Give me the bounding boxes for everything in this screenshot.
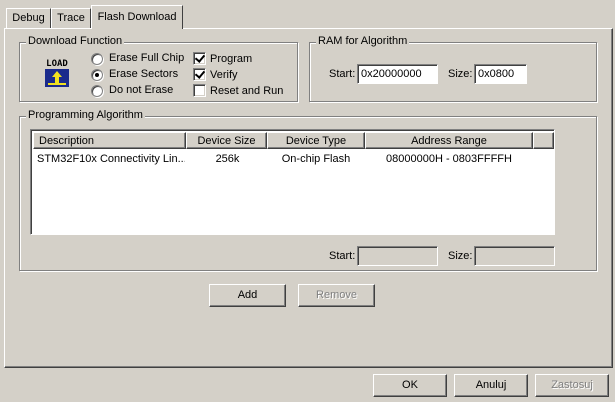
algorithm-start-input[interactable] (357, 246, 438, 266)
list-header: Description Device Size Device Type Addr… (33, 132, 554, 149)
cell-device-size: 256k (215, 153, 240, 165)
tab-trace[interactable]: Trace (51, 8, 91, 28)
group-title: Programming Algorithm (26, 109, 145, 121)
ok-button[interactable]: OK (373, 374, 447, 397)
radio-label: Do not Erase (109, 84, 174, 96)
load-icon: LOAD (40, 56, 74, 88)
remove-button[interactable]: Remove (298, 284, 375, 307)
tab-label: Debug (12, 12, 45, 24)
checkbox-label: Program (210, 53, 253, 65)
checkbox-verify[interactable] (193, 68, 206, 81)
checkbox-label: Verify (210, 69, 238, 81)
tab-label: Flash Download (97, 11, 177, 23)
radio-erase-sectors[interactable] (91, 69, 103, 81)
ram-start-label: Start: (329, 68, 356, 80)
radio-label: Erase Sectors (109, 68, 179, 80)
checkbox-reset-and-run[interactable] (193, 84, 206, 97)
tab-flash-download[interactable]: Flash Download (91, 5, 183, 29)
algorithm-list[interactable]: Description Device Size Device Type Addr… (30, 129, 555, 235)
algorithm-start-label: Start: (329, 250, 356, 262)
checkbox-label: Reset and Run (210, 85, 284, 97)
algorithm-size-input[interactable] (474, 246, 555, 266)
ram-start-input[interactable]: 0x20000000 (357, 64, 438, 84)
radio-do-not-erase[interactable] (91, 85, 103, 97)
cancel-button[interactable]: Anuluj (454, 374, 528, 397)
tab-label: Trace (57, 12, 85, 24)
svg-text:LOAD: LOAD (46, 59, 68, 69)
radio-erase-full-chip[interactable] (91, 53, 103, 65)
ram-size-label: Size: (448, 68, 473, 80)
column-device-type[interactable]: Device Type (267, 132, 365, 149)
cell-description: STM32F10x Connectivity Lin... (37, 153, 185, 165)
tab-debug[interactable]: Debug (6, 8, 51, 28)
group-title: RAM for Algorithm (316, 35, 410, 47)
checkbox-program[interactable] (193, 52, 206, 65)
ram-size-input[interactable]: 0x0800 (474, 64, 527, 84)
column-filler (533, 132, 554, 149)
column-address-range[interactable]: Address Range (365, 132, 533, 149)
column-device-size[interactable]: Device Size (186, 132, 267, 149)
algorithm-size-label: Size: (448, 250, 473, 262)
column-description[interactable]: Description (33, 132, 186, 149)
apply-button[interactable]: Zastosuj (535, 374, 609, 397)
add-button[interactable]: Add (209, 284, 286, 307)
cell-device-type: On-chip Flash (281, 153, 351, 165)
cell-address-range: 08000000H - 0803FFFFH (386, 153, 512, 165)
radio-label: Erase Full Chip (109, 52, 185, 64)
group-title: Download Function (26, 35, 125, 47)
